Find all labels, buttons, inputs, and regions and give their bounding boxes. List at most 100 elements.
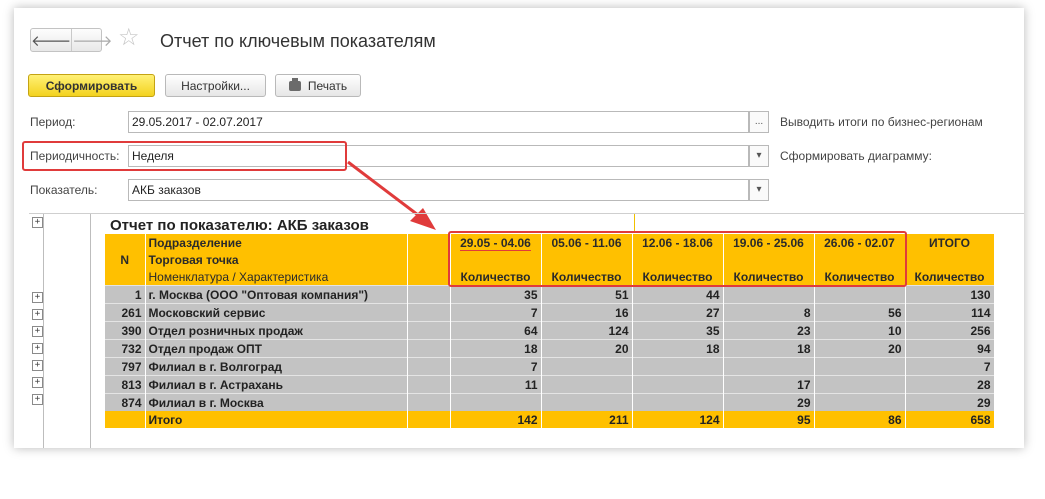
periodicity-highlight [22, 141, 347, 171]
row-spacer [407, 303, 451, 322]
value-cell: 35 [632, 321, 724, 340]
row-name: Московский сервис [145, 303, 408, 322]
expand-icon[interactable]: + [32, 360, 43, 371]
periodicity-dropdown-button[interactable]: ▾ [749, 145, 769, 167]
row-total-cell: 130 [905, 285, 995, 304]
row-name: Филиал в г. Астрахань [145, 375, 408, 394]
value-cell [723, 285, 815, 304]
row-spacer [407, 321, 451, 340]
row-spacer [407, 393, 451, 411]
value-cell: 20 [814, 339, 906, 358]
value-cell: 64 [450, 321, 542, 340]
value-cell [541, 393, 633, 411]
total-cell[interactable]: 86 [814, 411, 906, 428]
settings-button[interactable]: Настройки... [165, 74, 266, 97]
value-cell [541, 375, 633, 394]
row-name: Отдел продаж ОПТ [145, 339, 408, 358]
header-spacer [407, 234, 451, 251]
row-name: Отдел розничных продаж [145, 321, 408, 340]
expand-icon[interactable]: + [32, 326, 43, 337]
header-level3: Номенклатура / Характеристика [145, 268, 408, 286]
totals-label: Итого [145, 411, 408, 428]
side-option-diagram: Сформировать диаграмму: [780, 149, 932, 163]
total-cell[interactable]: 95 [723, 411, 815, 428]
table-row[interactable]: 813 Филиал в г. Астрахань 11 17 28 [105, 375, 995, 394]
expand-icon[interactable]: + [32, 394, 43, 405]
value-cell: 124 [541, 321, 633, 340]
total-cell[interactable]: 211 [541, 411, 633, 428]
value-cell [723, 357, 815, 376]
header-qty: Количество [905, 268, 995, 286]
grand-total-cell[interactable]: 658 [905, 411, 995, 428]
table-row[interactable]: 874 Филиал в г. Москва 29 29 [105, 393, 995, 411]
table-row[interactable]: 261 Московский сервис 7 16 27 8 56 114 [105, 303, 995, 322]
period-columns-highlight [448, 231, 907, 287]
value-cell: 18 [632, 339, 724, 358]
table-row[interactable]: 797 Филиал в г. Волгоград 7 7 [105, 357, 995, 376]
value-cell: 18 [723, 339, 815, 358]
generate-button[interactable]: Сформировать [28, 74, 155, 97]
value-cell: 17 [723, 375, 815, 394]
value-cell: 7 [450, 303, 542, 322]
value-cell: 16 [541, 303, 633, 322]
value-cell [632, 357, 724, 376]
favorite-star-icon[interactable]: ☆ [118, 26, 140, 50]
header-total[interactable]: ИТОГО [905, 234, 995, 251]
row-name: Филиал в г. Волгоград [145, 357, 408, 376]
row-total-cell: 94 [905, 339, 995, 358]
expand-icon[interactable]: + [32, 377, 43, 388]
value-cell: 20 [541, 339, 633, 358]
table-row[interactable]: 732 Отдел продаж ОПТ 18 20 18 18 20 94 [105, 339, 995, 358]
row-number: 390 [105, 321, 146, 340]
header-n: N [105, 251, 146, 268]
total-cell[interactable]: 124 [632, 411, 724, 428]
page-title: Отчет по ключевым показателям [160, 31, 436, 51]
row-total-cell: 29 [905, 393, 995, 411]
expand-icon[interactable]: + [32, 309, 43, 320]
arrow-right-icon: 🡒 [72, 32, 113, 50]
expand-icon[interactable]: + [32, 217, 43, 228]
value-cell: 44 [632, 285, 724, 304]
expand-icon[interactable]: + [32, 292, 43, 303]
print-button[interactable]: Печать [275, 74, 361, 97]
row-total-cell: 114 [905, 303, 995, 322]
total-cell[interactable]: 142 [450, 411, 542, 428]
value-cell: 7 [450, 357, 542, 376]
chevron-down-icon: ▾ [756, 184, 762, 195]
value-cell [814, 285, 906, 304]
level-line [90, 214, 91, 448]
indicator-dropdown-button[interactable]: ▾ [749, 179, 769, 201]
nav-button-group: 🡐 🡒 [30, 28, 112, 52]
row-total-cell: 256 [905, 321, 995, 340]
value-cell: 56 [814, 303, 906, 322]
value-cell: 27 [632, 303, 724, 322]
row-number: 261 [105, 303, 146, 322]
indicator-label: Показатель: [30, 183, 98, 197]
value-cell [632, 393, 724, 411]
forward-button[interactable]: 🡒 [71, 29, 112, 51]
value-cell: 11 [450, 375, 542, 394]
value-cell: 8 [723, 303, 815, 322]
row-number: 1 [105, 285, 146, 304]
report-title: Отчет по показателю: АКБ заказов [110, 217, 369, 234]
arrow-left-icon: 🡐 [31, 32, 72, 50]
header-level2: Торговая точка [145, 251, 408, 268]
row-spacer [407, 285, 451, 304]
printer-icon [288, 77, 301, 91]
period-select-button[interactable]: ... [749, 111, 769, 133]
value-cell: 23 [723, 321, 815, 340]
value-cell: 35 [450, 285, 542, 304]
row-number: 813 [105, 375, 146, 394]
header-n-cell [105, 234, 146, 251]
table-row[interactable]: 390 Отдел розничных продаж 64 124 35 23 10 256 [105, 321, 995, 340]
back-button[interactable]: 🡐 [31, 29, 71, 51]
expand-icon[interactable]: + [32, 343, 43, 354]
report-window: 🡐 🡒 ☆ Отчет по ключевым показателям Сфор… [14, 8, 1024, 448]
header-level1: Подразделение [145, 234, 408, 251]
value-cell: 29 [723, 393, 815, 411]
row-spacer [407, 339, 451, 358]
period-input[interactable]: 29.05.2017 - 02.07.2017 [128, 111, 749, 133]
row-name: г. Москва (ООО "Оптовая компания") [145, 285, 408, 304]
table-row[interactable]: 1 г. Москва (ООО "Оптовая компания") 35 51 4… [105, 285, 995, 304]
period-label: Период: [30, 115, 76, 129]
